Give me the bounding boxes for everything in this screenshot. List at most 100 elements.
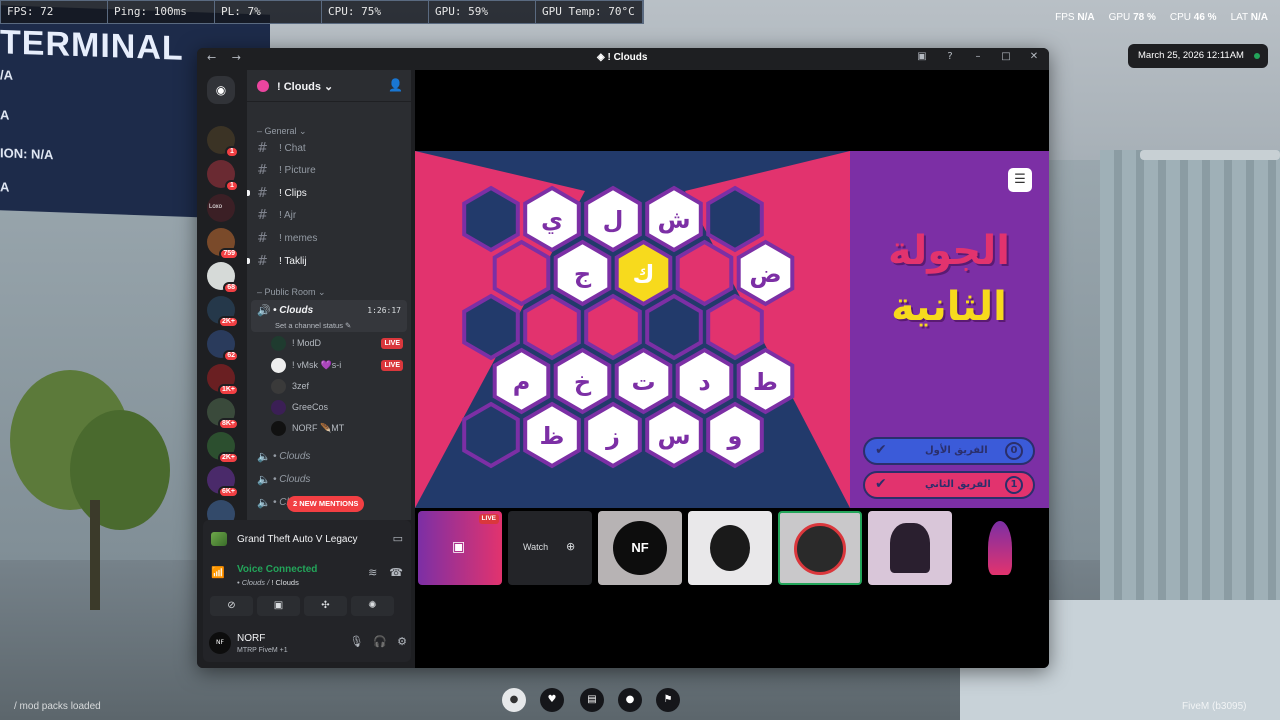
voice-channel[interactable]: 🔈 • Clouds — [251, 469, 407, 489]
fivem-version: FiveM (b3095) — [1182, 701, 1247, 712]
server-icon[interactable]: 1 — [207, 160, 239, 192]
voice-member[interactable]: ! vMsk 💜s-i LIVE — [271, 356, 407, 376]
hex-letter: ظ — [540, 422, 565, 450]
server-icon[interactable]: 1 — [207, 126, 239, 158]
hex-tile[interactable] — [492, 239, 551, 307]
voice-member[interactable]: GreeCos — [271, 398, 407, 418]
speaker-icon: 🔊 — [257, 304, 271, 317]
live-badge: LIVE — [478, 514, 499, 524]
guild-name: ! Clouds ⌄ — [277, 81, 334, 93]
server-icon[interactable]: 6K+ — [207, 466, 239, 498]
voice-channel-active[interactable]: 🔊 • Clouds 1:26:17 Set a channel status … — [251, 300, 407, 332]
category-general[interactable]: – General ⌄ — [257, 126, 307, 137]
stream-stage[interactable]: ي ل ش ج ك ض م خ ت د ط ظ ز س و ☰ الجولة الثانية ✔ الفري… — [415, 70, 1049, 668]
disconnect-icon[interactable]: ☎ — [389, 566, 403, 579]
camera-off-button[interactable]: ⊘ — [210, 596, 253, 616]
member-name: GreeCos — [292, 402, 329, 412]
perf-lat: LAT N/A — [1230, 12, 1268, 23]
activities-button[interactable]: ✣ — [304, 596, 347, 616]
minimize-icon[interactable]: – — [971, 51, 985, 62]
server-icon[interactable]: 1K+ — [207, 364, 239, 396]
server-badge: 1 — [225, 180, 239, 192]
server-icon[interactable]: 68 — [207, 262, 239, 294]
stats-bar: FPS: 72 Ping: 100ms PL: 7% CPU: 75% GPU:… — [0, 0, 644, 24]
channel-ajr[interactable]: # ! Ajr — [251, 205, 407, 225]
participant-nf[interactable]: NF — [598, 511, 682, 585]
team-two[interactable]: ✔ الفريق الثاني 1 — [863, 471, 1035, 499]
voice-member[interactable]: 3zef — [271, 377, 407, 397]
hex-tile[interactable] — [584, 293, 642, 361]
server-icon[interactable]: 8K+ — [207, 398, 239, 430]
server-icon[interactable]: 62 — [207, 330, 239, 362]
signal-icon[interactable]: 📶 — [211, 566, 225, 579]
server-icon[interactable]: 2K+ — [207, 432, 239, 464]
maximize-icon[interactable]: □ — [999, 51, 1013, 62]
stream-thumb-live[interactable]: LIVE ▣ — [418, 511, 502, 585]
hex-tile[interactable] — [462, 185, 520, 253]
help-icon[interactable]: ? — [943, 51, 957, 62]
avatar[interactable]: NF — [209, 632, 231, 654]
voice-buttons: ⊘ ▣ ✣ ✺ — [210, 596, 394, 616]
soundboard-button[interactable]: ✺ — [351, 596, 394, 616]
terminal-line: /A — [0, 67, 13, 83]
participant-tile[interactable] — [958, 511, 1042, 585]
voice-channel-name: • Clouds — [273, 474, 311, 485]
watch-stream-tile[interactable]: Watch ⊕ — [508, 511, 592, 585]
team-two-score: 1 — [1005, 476, 1023, 494]
microphone-icon[interactable]: 🎙 — [349, 635, 363, 648]
channel-chat[interactable]: # ! Chat — [251, 138, 407, 158]
channel-status[interactable]: Set a channel status ✎ — [275, 321, 351, 330]
server-icon[interactable]: 759 — [207, 228, 239, 260]
invite-people-icon[interactable]: 👤 — [388, 78, 403, 92]
settings-icon[interactable]: ⚙ — [397, 635, 407, 648]
clock-widget: March 25, 2026 12:11AM — [1128, 44, 1268, 68]
hex-tile[interactable] — [675, 239, 734, 307]
server-icon[interactable]: 2K+ — [207, 296, 239, 328]
hex-tile[interactable] — [706, 185, 764, 253]
hex-tile[interactable] — [462, 293, 520, 361]
inbox-icon[interactable]: ▣ — [915, 51, 929, 62]
channel-memes[interactable]: # ! memes — [251, 228, 407, 248]
discord-window: ← → ◈ ! Clouds ▣ ? – □ ✕ ◉ 1 1 Loxo 759 68 2K… — [197, 48, 1049, 668]
watch-screen-icon[interactable]: ⊕ — [566, 540, 575, 553]
voice-connected-channel[interactable]: • Clouds / ! Clouds — [237, 578, 299, 587]
hex-letter: ي — [541, 206, 563, 234]
voice-member[interactable]: NORF 🪶MT — [271, 419, 407, 439]
discord-home-icon[interactable]: ◉ — [207, 76, 235, 104]
channel-picture[interactable]: # ! Picture — [251, 160, 407, 180]
server-icon[interactable]: Loxo — [207, 194, 235, 222]
noise-suppression-icon[interactable]: ≋ — [368, 566, 377, 579]
guild-header[interactable]: ! Clouds ⌄ 👤 — [247, 70, 411, 102]
hex-tile[interactable] — [706, 293, 764, 361]
nav-arrows[interactable]: ← → — [207, 51, 247, 64]
team-one[interactable]: ✔ الفريق الأول 0 — [863, 437, 1035, 465]
stamina-icon: ⚑ — [656, 688, 680, 712]
channel-clips[interactable]: # ! Clips — [247, 183, 407, 203]
hash-icon: # — [257, 231, 268, 246]
menu-icon[interactable]: ☰ — [1008, 168, 1032, 192]
avatar — [271, 400, 286, 415]
participant-tile[interactable] — [868, 511, 952, 585]
hash-icon: # — [257, 141, 268, 156]
hex-tiles: ي ل ش ج ك ض م خ ت د ط ظ ز س و — [462, 185, 795, 469]
headphones-icon[interactable]: 🎧 — [373, 635, 387, 648]
voice-channel[interactable]: 🔈 • Clouds — [251, 446, 407, 466]
stream-game-icon[interactable]: ▭ — [393, 532, 403, 545]
hex-letter: ل — [603, 206, 624, 234]
hex-tile[interactable] — [462, 401, 520, 469]
window-controls: ▣ ? – □ ✕ — [915, 51, 1041, 62]
member-name: NORF 🪶MT — [292, 423, 345, 433]
hex-tile[interactable] — [523, 293, 581, 361]
member-name: ! ModD — [292, 338, 322, 348]
screen-icon: ▣ — [452, 539, 466, 555]
new-mentions-badge[interactable]: 2 NEW MENTIONS — [287, 496, 365, 512]
close-icon[interactable]: ✕ — [1027, 51, 1041, 62]
voice-member[interactable]: ! ModD LIVE — [271, 334, 407, 354]
participant-speaking[interactable] — [778, 511, 862, 585]
participant-tile[interactable] — [688, 511, 772, 585]
channel-taklij[interactable]: # ! Taklij — [247, 251, 407, 271]
share-screen-button[interactable]: ▣ — [257, 596, 300, 616]
watch-button[interactable]: Watch — [523, 542, 548, 552]
category-public-room[interactable]: – Public Room ⌄ — [257, 287, 326, 298]
hex-tile[interactable] — [645, 293, 703, 361]
